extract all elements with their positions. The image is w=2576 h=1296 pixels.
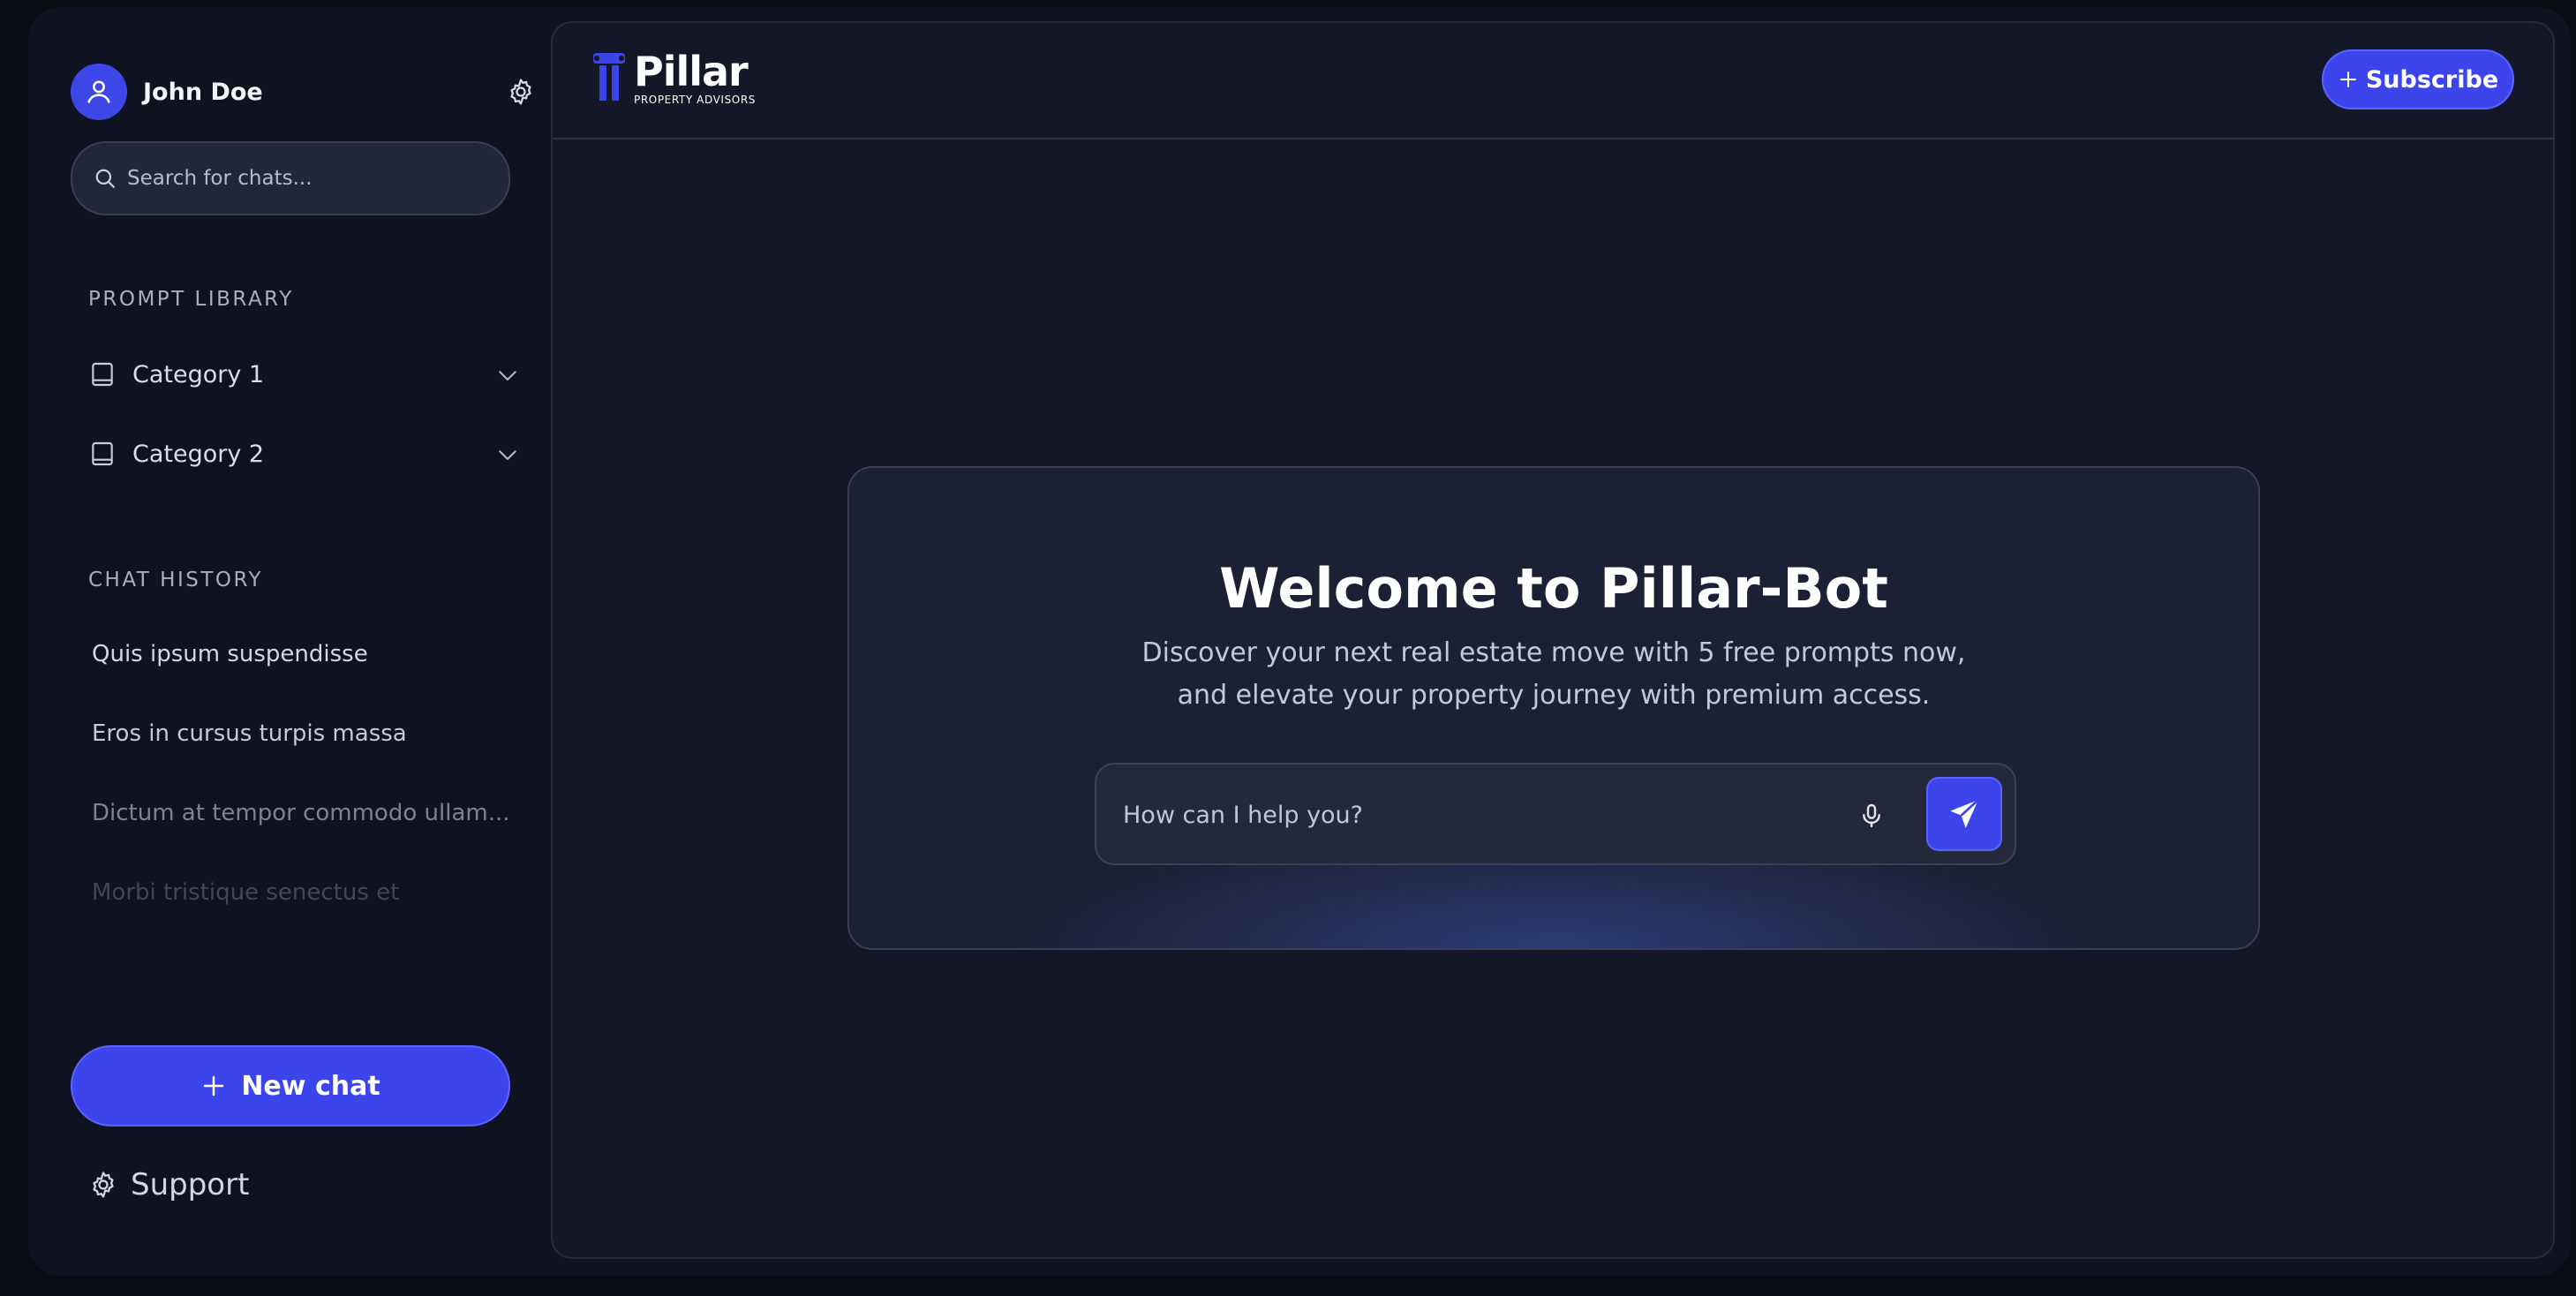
logo-tagline: PROPERTY ADVISORS <box>634 94 756 106</box>
prompt-library-heading: PROMPT LIBRARY <box>88 288 294 311</box>
sidebar: John Doe PROMPT LIBRARY Category 1 <box>28 7 549 1276</box>
chat-history-item[interactable]: Eros in cursus turpis massa <box>92 720 407 747</box>
chevron-down-icon[interactable] <box>494 362 521 388</box>
plus-icon <box>204 1075 224 1096</box>
send-button[interactable] <box>1926 777 2002 851</box>
user-icon <box>87 80 110 103</box>
pillar-logo[interactable]: Pillar PROPERTY ADVISORS <box>591 51 756 106</box>
welcome-subtitle-line-1: Discover your next real estate move with… <box>1141 637 1966 668</box>
category-label: Category 1 <box>132 360 265 388</box>
settings-button[interactable] <box>503 74 539 109</box>
book-icon <box>92 441 113 466</box>
send-icon <box>1950 799 1979 828</box>
subscribe-label: Subscribe <box>2365 65 2499 94</box>
user-name: John Doe <box>143 78 263 106</box>
microphone-icon <box>1863 803 1880 828</box>
pillar-column-icon <box>593 53 625 101</box>
prompt-category-2[interactable]: Category 2 <box>88 429 530 478</box>
gear-icon <box>93 1172 114 1198</box>
subscribe-button[interactable]: Subscribe <box>2322 49 2514 109</box>
chat-history-item[interactable]: Dictum at tempor commodo ullam... <box>92 800 510 826</box>
plus-icon <box>2339 72 2356 87</box>
chevron-down-icon[interactable] <box>494 441 521 468</box>
search-field[interactable] <box>71 141 510 215</box>
new-chat-label: New chat <box>241 1070 380 1102</box>
microphone-button[interactable] <box>1854 796 1889 835</box>
user-profile: John Doe <box>71 64 539 120</box>
book-icon <box>92 362 113 387</box>
welcome-subtitle-line-2: and elevate your property journey with p… <box>1177 680 1931 711</box>
avatar[interactable] <box>71 64 127 120</box>
gear-icon <box>510 79 531 105</box>
prompt-input[interactable] <box>1123 791 1794 839</box>
prompt-box <box>1095 763 2016 865</box>
support-label: Support <box>131 1167 250 1202</box>
main-panel: Pillar PROPERTY ADVISORS Subscribe Welco… <box>551 21 2555 1259</box>
category-label: Category 2 <box>132 440 265 468</box>
new-chat-button[interactable]: New chat <box>71 1045 510 1126</box>
chat-history-item[interactable]: Quis ipsum suspendisse <box>92 641 368 667</box>
welcome-title: Welcome to Pillar-Bot <box>1219 556 1888 621</box>
welcome-card: Welcome to Pillar-Bot Discover your next… <box>847 466 2260 950</box>
support-link[interactable]: Support <box>88 1167 249 1202</box>
app-window: John Doe PROMPT LIBRARY Category 1 <box>28 7 2571 1276</box>
chat-history-item[interactable]: Morbi tristique senectus et <box>92 879 399 906</box>
search-icon <box>95 169 115 188</box>
top-bar: Pillar PROPERTY ADVISORS Subscribe <box>553 23 2553 139</box>
chat-history-heading: CHAT HISTORY <box>88 569 264 591</box>
logo-name: Pillar <box>634 48 749 95</box>
search-input[interactable] <box>127 167 480 190</box>
prompt-category-1[interactable]: Category 1 <box>88 350 530 399</box>
